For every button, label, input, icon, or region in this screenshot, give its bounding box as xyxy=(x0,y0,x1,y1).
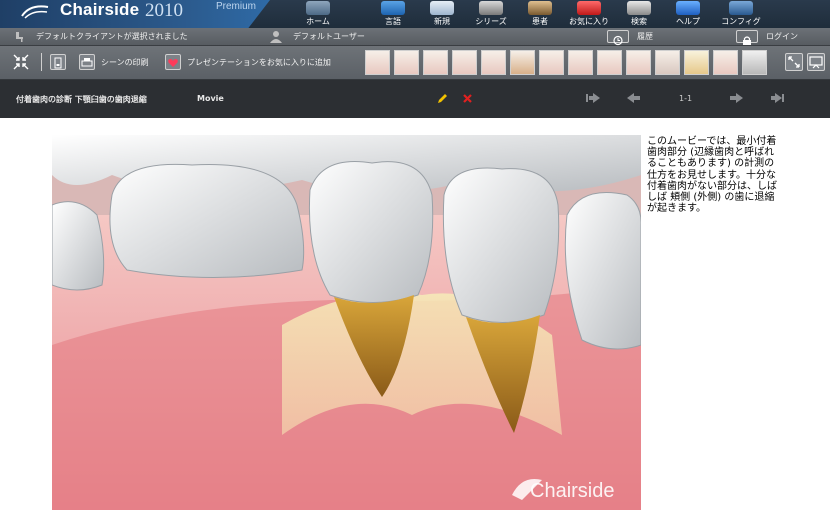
heart-icon xyxy=(168,59,178,67)
movie-description: このムービーでは、最小付着歯肉部分 (辺縁歯肉と呼ばれることもあります) の計測… xyxy=(647,136,777,215)
scene-thumbnail[interactable] xyxy=(423,50,448,75)
nav-series-label: シリーズ xyxy=(475,17,507,26)
scene-thumbnail[interactable] xyxy=(742,50,767,75)
nav-config[interactable]: コンフィグ xyxy=(721,0,761,28)
user-icon xyxy=(270,31,282,43)
nav-favorites-label: お気に入り xyxy=(569,17,609,26)
next-page-icon[interactable] xyxy=(727,91,745,105)
printer-icon xyxy=(81,58,93,67)
nav-config-label: コンフィグ xyxy=(721,17,761,26)
gear-icon xyxy=(729,1,753,15)
last-page-icon[interactable] xyxy=(768,91,786,105)
scene-thumbnail[interactable] xyxy=(713,50,738,75)
scene-thumbnail[interactable] xyxy=(597,50,622,75)
nav-favorites[interactable]: お気に入り xyxy=(566,0,612,28)
first-page-icon[interactable] xyxy=(584,91,602,105)
video-watermark: Chairside xyxy=(530,480,614,502)
add-favorite-button[interactable] xyxy=(165,54,181,70)
scene-thumbnail[interactable] xyxy=(568,50,593,75)
chair-icon xyxy=(16,32,23,42)
fullscreen-button[interactable] xyxy=(785,53,803,71)
search-icon xyxy=(627,1,651,15)
scene-thumbnail[interactable] xyxy=(626,50,651,75)
brand-banner: Chairside 2010 Premium xyxy=(0,0,270,28)
scene-thumbnail[interactable] xyxy=(539,50,564,75)
nav-home[interactable]: ホーム xyxy=(304,0,332,28)
chairside-app: Chairside 2010 Premium ホーム 言語 新規 シリーズ 患者… xyxy=(0,0,830,510)
brand-edition: Premium xyxy=(216,1,257,12)
scene-title: 付着歯肉の診断 下顎臼歯の歯肉退縮 xyxy=(16,95,147,104)
clock-icon xyxy=(613,35,623,46)
print-scene-button[interactable] xyxy=(79,54,95,70)
media-type-label: Movie xyxy=(197,94,224,103)
lock-icon xyxy=(743,36,751,45)
brand-name: Chairside xyxy=(60,0,140,19)
page-indicator: 1-1 xyxy=(679,94,693,103)
chairside-logo-icon xyxy=(21,5,49,19)
nav-home-label: ホーム xyxy=(306,17,330,26)
selected-client-text: デフォルトクライアントが選択されました xyxy=(36,32,188,41)
collapse-button[interactable] xyxy=(13,54,29,70)
scene-thumbnail[interactable] xyxy=(510,50,535,75)
presentation-icon xyxy=(809,56,823,69)
scene-thumbnail[interactable] xyxy=(365,50,390,75)
nav-search-label: 検索 xyxy=(631,17,647,26)
brand-year: 2010 xyxy=(145,0,183,21)
movie-player[interactable]: Chairside xyxy=(52,135,641,510)
toolbar-divider xyxy=(41,53,42,71)
login-button[interactable] xyxy=(736,30,758,45)
app-header: Chairside 2010 Premium ホーム 言語 新規 シリーズ 患者… xyxy=(0,0,830,28)
delete-x-icon[interactable] xyxy=(462,93,473,104)
scene-thumbnail[interactable] xyxy=(394,50,419,75)
nav-series[interactable]: シリーズ xyxy=(474,0,508,28)
history-button[interactable] xyxy=(607,30,629,46)
new-document-icon xyxy=(430,1,454,15)
current-user-text[interactable]: デフォルトユーザー xyxy=(293,31,365,42)
patient-icon xyxy=(528,1,552,15)
nav-language[interactable]: 言語 xyxy=(379,0,407,28)
house-icon xyxy=(306,1,330,15)
history-label[interactable]: 履歴 xyxy=(637,31,653,42)
gum-recession-illustration: Chairside xyxy=(52,135,641,510)
add-favorite-label[interactable]: プレゼンテーションをお気に入りに追加 xyxy=(187,57,331,68)
nav-search[interactable]: 検索 xyxy=(624,0,654,28)
scene-thumbnail[interactable] xyxy=(452,50,477,75)
print-scene-label[interactable]: シーンの印刷 xyxy=(101,57,149,68)
title-bar: 付着歯肉の診断 下顎臼歯の歯肉退縮 Movie 1-1 xyxy=(0,80,830,118)
scene-thumbnail[interactable] xyxy=(684,50,709,75)
scene-thumbnail[interactable] xyxy=(481,50,506,75)
collapse-arrows-icon xyxy=(13,54,29,70)
nav-new-label: 新規 xyxy=(434,17,450,26)
login-label[interactable]: ログイン xyxy=(766,31,798,42)
status-bar: デフォルトクライアントが選択されました デフォルトユーザー 履歴 ログイン xyxy=(0,28,830,46)
nav-language-label: 言語 xyxy=(385,17,401,26)
heart-icon xyxy=(577,1,601,15)
presentation-button[interactable] xyxy=(807,53,825,71)
toolbar: シーンの印刷 プレゼンテーションをお気に入りに追加 xyxy=(0,46,830,80)
nav-help[interactable]: ヘルプ xyxy=(674,0,702,28)
expand-icon xyxy=(788,56,800,68)
previous-page-icon[interactable] xyxy=(625,91,643,105)
scene-thumbnail[interactable] xyxy=(655,50,680,75)
nav-help-label: ヘルプ xyxy=(676,17,700,26)
film-icon xyxy=(479,1,503,15)
document-icon xyxy=(54,57,62,69)
nav-patient[interactable]: 患者 xyxy=(528,0,552,28)
nav-new[interactable]: 新規 xyxy=(428,0,456,28)
language-icon xyxy=(381,1,405,15)
edit-pencil-icon[interactable] xyxy=(436,93,448,105)
scene-info-button[interactable] xyxy=(50,54,66,70)
help-icon xyxy=(676,1,700,15)
nav-patient-label: 患者 xyxy=(532,17,548,26)
